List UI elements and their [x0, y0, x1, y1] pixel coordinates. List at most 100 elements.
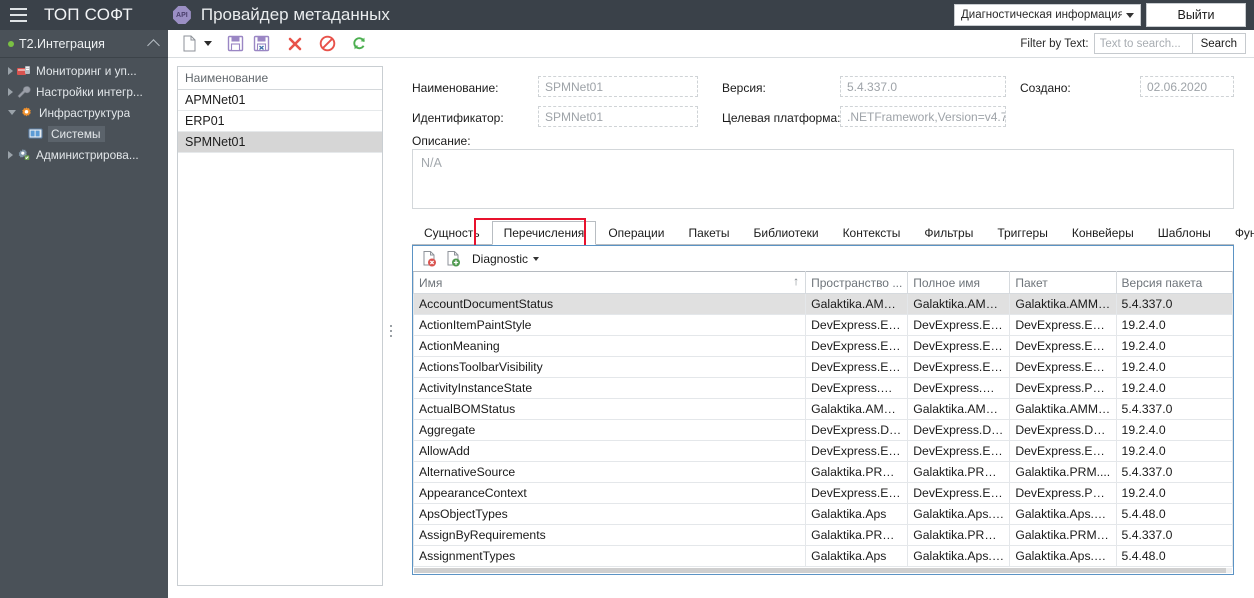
- exit-button[interactable]: Выйти: [1146, 3, 1246, 27]
- save-icon[interactable]: [222, 32, 248, 56]
- cell-packageversion: 5.4.337.0: [1115, 461, 1234, 483]
- tab-templates[interactable]: Шаблоны: [1146, 221, 1223, 244]
- tab-libraries[interactable]: Библиотеки: [742, 221, 831, 244]
- new-document-icon[interactable]: [176, 32, 202, 56]
- cell-fullname: DevExpress.Expr...: [907, 440, 1011, 462]
- tab-filters[interactable]: Фильтры: [912, 221, 985, 244]
- refresh-icon[interactable]: [346, 32, 372, 56]
- column-header-package[interactable]: Пакет: [1009, 271, 1117, 294]
- api-icon-label: API: [176, 11, 188, 19]
- identifier-field[interactable]: SPMNet01: [538, 106, 698, 127]
- list-item[interactable]: ERP01: [178, 111, 382, 132]
- filter-label: Filter by Text:: [1020, 37, 1089, 50]
- collapse-triangle-icon[interactable]: [8, 110, 16, 119]
- sidebar-root-node[interactable]: T2.Интеграция: [0, 30, 168, 58]
- sidebar-item-integration-settings[interactable]: Настройки интегр...: [0, 83, 168, 101]
- table-row[interactable]: AccountDocumentStatus Galaktika.AMM.... …: [412, 293, 1234, 315]
- diagnostic-info-dropdown-label: Диагностическая информация: [961, 9, 1122, 21]
- search-input[interactable]: [1093, 33, 1192, 54]
- tab-enumerations[interactable]: Перечисления: [491, 221, 597, 245]
- grid-horizontal-scrollbar[interactable]: [414, 568, 1232, 573]
- expand-triangle-icon[interactable]: [8, 67, 13, 75]
- api-icon: API: [172, 6, 191, 24]
- panel-splitter-handle[interactable]: [388, 320, 394, 342]
- table-row[interactable]: AllowAdd DevExpress.Expr... DevExpress.E…: [412, 440, 1234, 462]
- cell-name: ActionMeaning: [412, 335, 807, 357]
- cell-package: DevExpress.Pers...: [1009, 482, 1117, 504]
- table-row[interactable]: ActionsToolbarVisibility DevExpress.Expr…: [412, 356, 1234, 378]
- platform-field[interactable]: .NETFramework,Version=v4.7: [840, 106, 1006, 127]
- tab-contexts[interactable]: Контексты: [831, 221, 913, 244]
- tab-functions[interactable]: Функции: [1223, 221, 1254, 244]
- chevron-up-icon[interactable]: [147, 38, 160, 52]
- tab-packages[interactable]: Пакеты: [676, 221, 741, 244]
- column-header-name[interactable]: Имя ↑: [412, 271, 807, 294]
- table-row[interactable]: AppearanceContext DevExpress.Expr... Dev…: [412, 482, 1234, 504]
- description-textarea[interactable]: N/A: [412, 149, 1234, 209]
- document-remove-icon[interactable]: [418, 248, 442, 270]
- cell-namespace: Galaktika.AMM....: [805, 398, 909, 420]
- cell-packageversion: 19.2.4.0: [1115, 356, 1234, 378]
- bottom-strip: [168, 588, 1254, 598]
- diagnostic-dropdown-label: Diagnostic: [472, 251, 529, 266]
- table-row[interactable]: ActionItemPaintStyle DevExpress.Expr... …: [412, 314, 1234, 336]
- cancel-icon[interactable]: [314, 32, 340, 56]
- tab-entity[interactable]: Сущность: [412, 221, 492, 244]
- sidebar-item-systems[interactable]: Системы: [0, 125, 168, 143]
- tab-operations[interactable]: Операции: [596, 221, 676, 244]
- cell-namespace: Galaktika.PRM....: [805, 461, 909, 483]
- cell-packageversion: 5.4.337.0: [1115, 398, 1234, 420]
- delete-icon[interactable]: [282, 32, 308, 56]
- cell-namespace: Galaktika.Aps: [805, 503, 909, 525]
- expand-triangle-icon[interactable]: [8, 88, 13, 96]
- cell-package: Galaktika.Aps.C...: [1009, 503, 1117, 525]
- hamburger-menu-icon[interactable]: [0, 0, 36, 30]
- table-row[interactable]: AssignByRequirements Galaktika.PRM.A... …: [412, 524, 1234, 546]
- version-field-label: Версия:: [722, 81, 766, 95]
- list-item-selected[interactable]: SPMNet01: [178, 132, 382, 153]
- column-header-namespace[interactable]: Пространство ...: [805, 271, 909, 294]
- table-row[interactable]: ActualBOMStatus Galaktika.AMM.... Galakt…: [412, 398, 1234, 420]
- new-document-dropdown-icon[interactable]: [202, 32, 214, 56]
- version-field[interactable]: 5.4.337.0: [840, 76, 1006, 97]
- table-row[interactable]: ApsObjectTypes Galaktika.Aps Galaktika.A…: [412, 503, 1234, 525]
- document-add-icon[interactable]: [442, 248, 466, 270]
- table-row[interactable]: AssignmentTypes Galaktika.Aps Galaktika.…: [412, 545, 1234, 567]
- table-row[interactable]: Aggregate DevExpress.Dat... DevExpress.D…: [412, 419, 1234, 441]
- tab-triggers[interactable]: Триггеры: [985, 221, 1060, 244]
- table-row[interactable]: AlternativeSource Galaktika.PRM.... Gala…: [412, 461, 1234, 483]
- cell-packageversion: 5.4.48.0: [1115, 503, 1234, 525]
- cell-fullname: Galaktika.Aps.A...: [907, 503, 1011, 525]
- cell-namespace: DevExpress.Expr...: [805, 482, 909, 504]
- cell-name: AccountDocumentStatus: [412, 293, 807, 315]
- diagnostic-info-dropdown[interactable]: Диагностическая информация: [954, 4, 1141, 26]
- table-row[interactable]: ActionMeaning DevExpress.Expr... DevExpr…: [412, 335, 1234, 357]
- cell-namespace: Galaktika.AMM....: [805, 293, 909, 315]
- list-item[interactable]: APMNet01: [178, 90, 382, 111]
- table-row[interactable]: ActivityInstanceState DevExpress.Wor... …: [412, 377, 1234, 399]
- save-as-icon[interactable]: [248, 32, 274, 56]
- diagnostic-dropdown-button[interactable]: Diagnostic: [472, 251, 540, 266]
- cell-namespace: DevExpress.Expr...: [805, 335, 909, 357]
- systems-list-panel: Наименование APMNet01 ERP01 SPMNet01: [177, 66, 383, 586]
- expand-triangle-icon[interactable]: [8, 151, 13, 159]
- created-field[interactable]: 02.06.2020: [1140, 76, 1234, 97]
- chevron-down-icon: [533, 256, 540, 261]
- cell-package: Galaktika.PRM....: [1009, 461, 1117, 483]
- column-header-fullname[interactable]: Полное имя: [907, 271, 1011, 294]
- cell-packageversion: 19.2.4.0: [1115, 419, 1234, 441]
- monitoring-icon: [16, 64, 31, 78]
- list-item-label: ERP01: [185, 114, 225, 128]
- platform-field-label: Целевая платформа:: [722, 111, 841, 125]
- sidebar-item-monitoring[interactable]: Мониторинг и уп...: [0, 62, 168, 80]
- tab-pipelines[interactable]: Конвейеры: [1060, 221, 1146, 244]
- search-button[interactable]: Search: [1191, 33, 1246, 54]
- sidebar-item-label: Системы: [48, 126, 106, 142]
- sidebar-item-administration[interactable]: Администрирова...: [0, 146, 168, 164]
- sidebar-item-label: Настройки интегр...: [36, 85, 143, 99]
- cell-name: ApsObjectTypes: [412, 503, 807, 525]
- column-header-packageversion[interactable]: Версия пакета: [1115, 271, 1234, 294]
- name-field[interactable]: SPMNet01: [538, 76, 698, 97]
- sidebar-item-infrastructure[interactable]: Инфраструктура: [0, 104, 168, 122]
- cell-namespace: DevExpress.Dat...: [805, 419, 909, 441]
